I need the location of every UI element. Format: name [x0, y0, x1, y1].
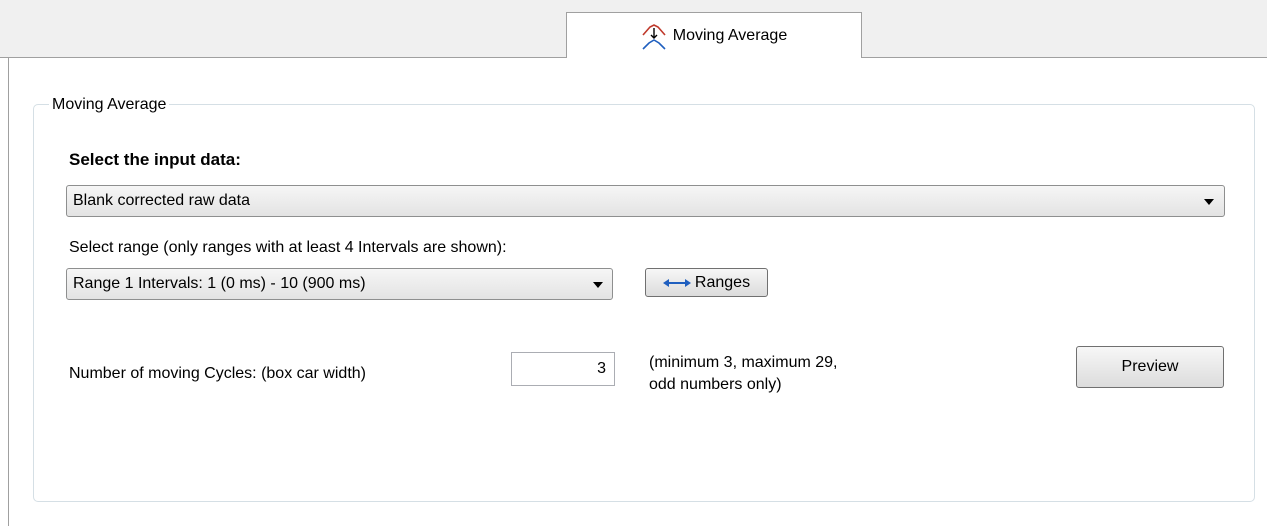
tab-moving-average[interactable]: Moving Average: [566, 12, 862, 58]
double-arrow-icon: [662, 278, 691, 287]
range-selected: Range 1 Intervals: 1 (0 ms) - 10 (900 ms…: [73, 275, 366, 292]
groupbox-title: Moving Average: [49, 96, 170, 114]
cycles-hint-line1: (minimum 3, maximum 29,: [649, 354, 838, 371]
ranges-button-label: Ranges: [694, 273, 751, 291]
ranges-button[interactable]: Ranges: [645, 268, 768, 297]
input-data-heading: Select the input data:: [69, 150, 241, 169]
cycles-input[interactable]: [511, 352, 615, 386]
cycles-hint: (minimum 3, maximum 29, odd numbers only…: [649, 352, 837, 396]
range-label: Select range (only ranges with at least …: [69, 239, 507, 256]
chevron-down-icon: [593, 282, 603, 288]
cycles-hint-line2: odd numbers only): [649, 376, 782, 393]
moving-average-icon: [642, 23, 666, 50]
input-data-dropdown[interactable]: Blank corrected raw data: [66, 185, 1225, 217]
cycles-label: Number of moving Cycles: (box car width): [69, 365, 366, 382]
preview-button[interactable]: Preview: [1076, 346, 1224, 388]
range-dropdown[interactable]: Range 1 Intervals: 1 (0 ms) - 10 (900 ms…: [66, 268, 613, 300]
tab-label: Moving Average: [672, 26, 788, 44]
chevron-down-icon: [1204, 199, 1214, 205]
preview-button-label: Preview: [1121, 358, 1179, 375]
input-data-selected: Blank corrected raw data: [73, 192, 250, 209]
